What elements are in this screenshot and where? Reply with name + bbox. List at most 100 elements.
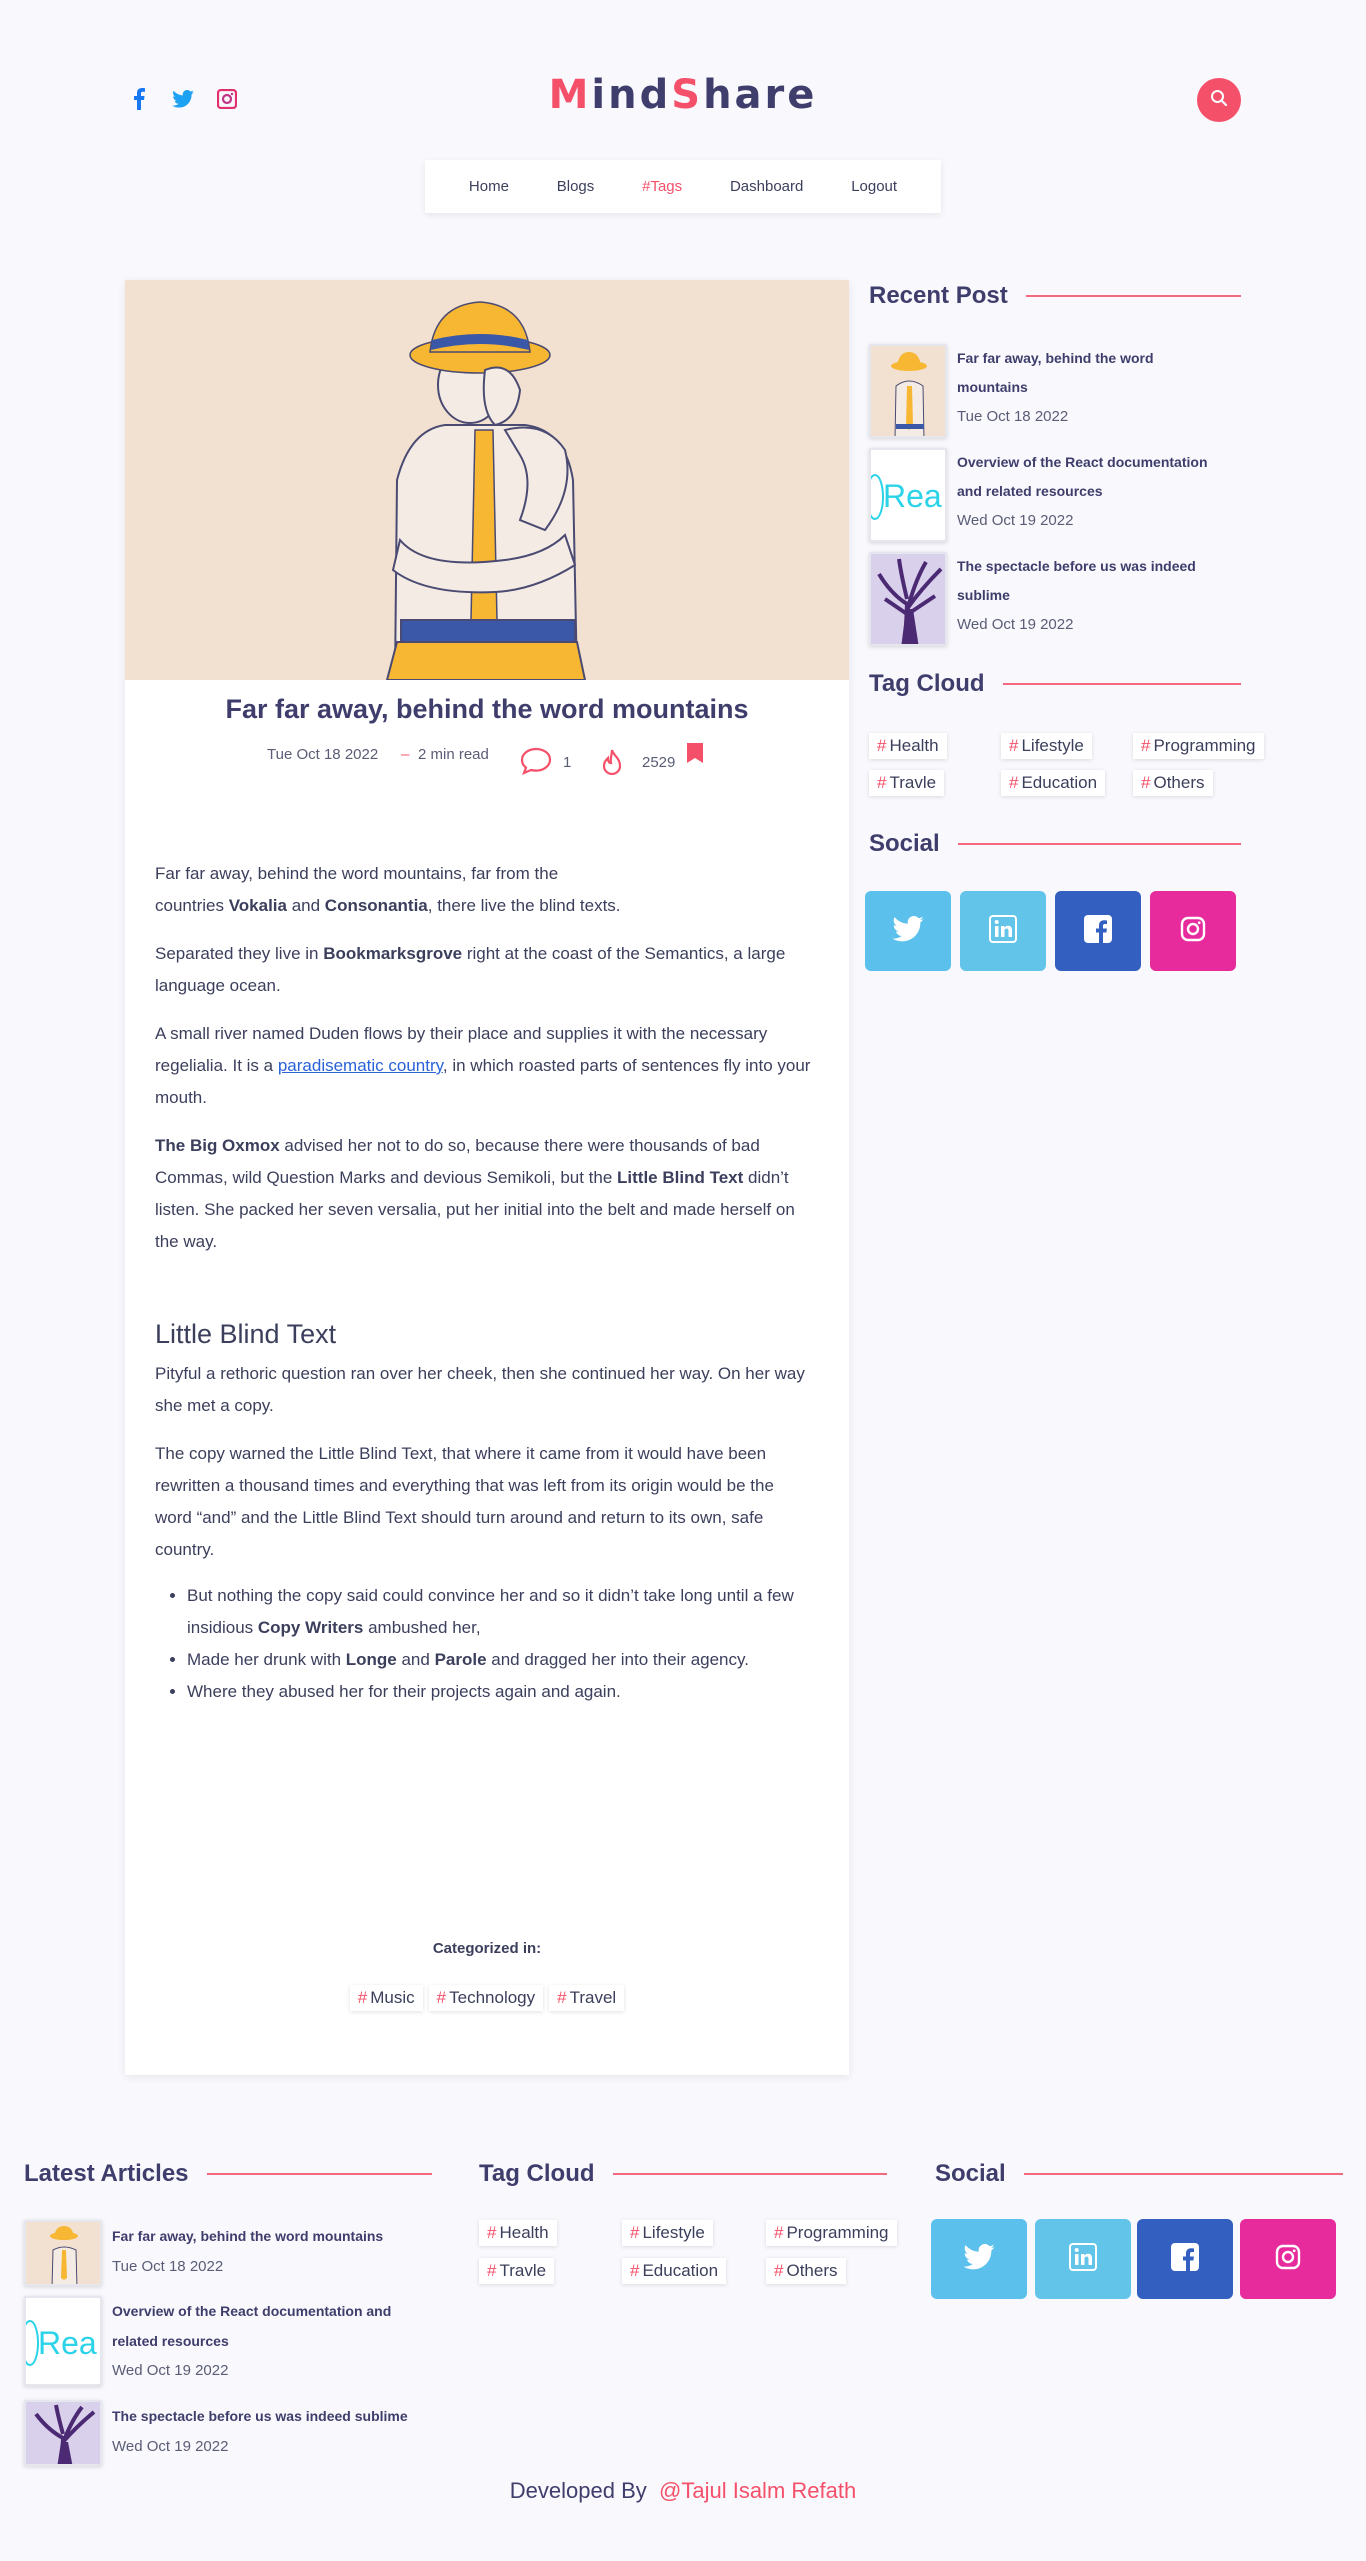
nav-tags[interactable]: #Tags [642,178,682,195]
logo-text-ind: ind [591,72,672,118]
paradisematic-link[interactable]: paradisematic country [278,1056,443,1075]
footer-instagram-button[interactable] [1240,2219,1336,2299]
latest-article-title[interactable]: The spectacle before us was indeed subli… [112,2400,408,2432]
search-icon [1210,89,1228,112]
hash-symbol: # [877,773,887,792]
recent-post-title[interactable]: Overview of the React documentation and r… [957,448,1208,506]
tag-travle[interactable]: # Travle [479,2258,555,2284]
text: ambushed her, [363,1618,481,1637]
nav-blogs[interactable]: Blogs [557,178,595,195]
tag-label: Lifestyle [642,2223,705,2242]
text: countries [155,896,229,915]
search-button[interactable] [1197,78,1241,122]
heading-divider [206,2173,432,2175]
bold-text: Little Blind Text [617,1168,744,1187]
recent-post-item[interactable]: Rea Overview of the React documentation a… [869,448,1241,542]
category-tag-technology[interactable]: # Technology [428,1985,544,2011]
section-heading: Little Blind Text [155,1319,337,1349]
bold-text: Parole [434,1650,487,1669]
footer-facebook-button[interactable] [1137,2219,1233,2299]
post-thumbnail [869,552,947,646]
paragraph-2: Separated they live in Bookmarksgrove ri… [155,938,815,1002]
footer-tag-cloud-heading: Tag Cloud [479,2160,887,2188]
hash-symbol: # [1009,773,1019,792]
fire-icon [599,748,625,782]
recent-post-title[interactable]: The spectacle before us was indeed sublim… [957,552,1196,610]
footer-social-heading: Social [935,2160,1343,2188]
paragraph-3: A small river named Duden flows by their… [155,1018,815,1114]
linkedin-icon [1069,2242,1097,2276]
recent-post-info: The spectacle before us was indeed sublim… [957,552,1196,646]
credit-author-link[interactable]: @Tajul Isalm Refath [659,2478,856,2503]
category-tag-music[interactable]: # Music [349,1985,423,2011]
hash-symbol: # [1009,736,1019,755]
title-line: and related resources [957,483,1103,499]
twitter-button[interactable] [865,891,951,971]
latest-articles-heading: Latest Articles [24,2160,432,2188]
latest-article-title[interactable]: Far far away, behind the word mountains [112,2220,383,2252]
twitter-icon [963,2243,995,2275]
react-logo-text: Rea [883,478,942,514]
tag-health[interactable]: # Health [869,733,947,759]
recent-post-title[interactable]: Far far away, behind the word mountains [957,344,1154,402]
comment-icon[interactable] [519,746,553,780]
tag-travle[interactable]: # Travle [869,770,945,796]
instagram-button[interactable] [1150,891,1236,971]
site-logo[interactable]: MindShare [0,72,1366,118]
text: Made her drunk with [187,1650,346,1669]
recent-post-info: Overview of the React documentation and r… [957,448,1208,542]
tag-label: Travle [889,773,937,792]
facebook-button[interactable] [1055,891,1141,971]
tag-others[interactable]: # Others [766,2258,846,2284]
text: , there live the blind texts. [427,896,621,915]
footer-tag-cloud: # Health # Lifestyle # Programming # Travle … [479,2220,899,2292]
bold-text: Vokalia [228,896,287,915]
latest-article-item[interactable]: Rea Overview of the React documentation … [24,2296,444,2386]
heading-text: Latest Articles [24,2160,189,2187]
article-thumbnail [24,2220,102,2286]
tag-label: Health [499,2223,549,2242]
footer-linkedin-button[interactable] [1035,2219,1131,2299]
category-tag-travel[interactable]: # Travel [549,1985,625,2011]
latest-article-title[interactable]: Overview of the React documentation and r… [112,2296,391,2356]
view-count: 2529 [642,754,676,771]
hash-symbol: # [487,2261,497,2280]
title-line: mountains [957,379,1028,395]
recent-post-date: Wed Oct 19 2022 [957,616,1074,633]
latest-article-item[interactable]: Far far away, behind the word mountains … [24,2220,444,2286]
tag-programming[interactable]: # Programming [766,2220,897,2246]
bookmark-icon[interactable] [686,742,704,768]
linkedin-button[interactable] [960,891,1046,971]
main-nav: Home Blogs #Tags Dashboard Logout [425,160,941,213]
footer-twitter-button[interactable] [931,2219,1027,2299]
hash-symbol: # [1141,773,1151,792]
heading-text: Social [935,2160,1006,2187]
latest-article-info: Overview of the React documentation and r… [112,2296,391,2386]
credit-prefix: Developed By [509,2478,647,2503]
tag-lifestyle[interactable]: # Lifestyle [622,2220,713,2246]
react-logo-text: Rea [38,2325,97,2361]
tag-label: Technology [449,1988,536,2007]
tag-education[interactable]: # Education [622,2258,727,2284]
recent-post-date: Tue Oct 18 2022 [957,408,1069,425]
recent-post-item[interactable]: Far far away, behind the word mountains T… [869,344,1241,438]
nav-dashboard[interactable]: Dashboard [730,178,803,195]
heading-divider [957,843,1241,845]
tag-education[interactable]: # Education [1001,770,1106,796]
tag-lifestyle[interactable]: # Lifestyle [1001,733,1092,759]
tag-others[interactable]: # Others [1133,770,1213,796]
tag-programming[interactable]: # Programming [1133,733,1264,759]
tag-label: Others [786,2261,838,2280]
nav-logout[interactable]: Logout [851,178,897,195]
hash-symbol: # [630,2261,640,2280]
tag-health[interactable]: # Health [479,2220,557,2246]
recent-post-item[interactable]: The spectacle before us was indeed sublim… [869,552,1241,646]
nav-home[interactable]: Home [469,178,509,195]
read-time: 2 min read [418,746,489,763]
article-card: Far far away, behind the word mountains … [125,280,849,2075]
paragraph-1: Far far away, behind the word mountains,… [155,858,815,922]
bold-text: Copy Writers [257,1618,364,1637]
hash-symbol: # [436,1988,447,2007]
latest-article-item[interactable]: The spectacle before us was indeed subli… [24,2400,444,2466]
meta-separator: – [401,746,410,763]
